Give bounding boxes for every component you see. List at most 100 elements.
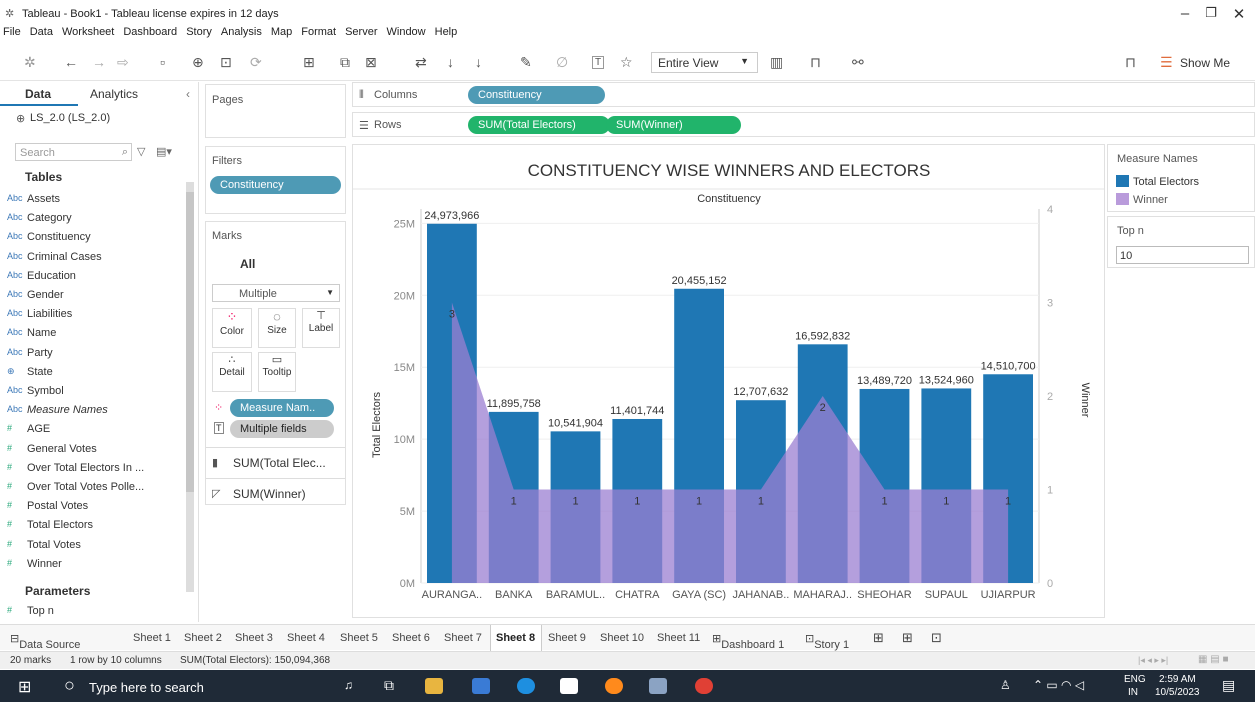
mark-type-select[interactable]: Multiple ▼ [212,284,340,302]
tab-data-source[interactable]: ⊟ Data Source [10,632,80,651]
tab-sheet-6[interactable]: Sheet 6 [392,632,430,644]
columns-pill-constituency[interactable]: Constituency [468,86,605,104]
field-item[interactable]: Abc Criminal Cases [7,251,102,263]
field-item[interactable]: Abc Liabilities [7,308,72,320]
menu-worksheet[interactable]: Worksheet [62,26,114,38]
microphone-icon[interactable]: ♫ [344,678,353,692]
file-explorer-icon[interactable] [425,678,443,694]
field-search-input[interactable]: Search ⌕ [15,143,132,161]
top-n-input[interactable]: 10 [1116,246,1249,264]
sort-desc-icon[interactable]: ↓ [475,54,482,70]
menu-format[interactable]: Format [301,26,336,38]
tab-sheet-9[interactable]: Sheet 9 [548,632,586,644]
tab-sheet-3[interactable]: Sheet 3 [235,632,273,644]
scrollbar-thumb[interactable] [186,192,194,492]
filter-pill-constituency[interactable]: Constituency [210,176,341,194]
swap-icon[interactable]: ⇄ [415,54,427,71]
field-item[interactable]: ⊕ State [7,366,53,378]
menu-server[interactable]: Server [345,26,377,38]
field-item[interactable]: Abc Education [7,270,76,282]
field-item[interactable]: # General Votes [7,443,97,455]
scrollbar-track[interactable] [186,182,194,592]
field-item[interactable]: # Over Total Votes Polle... [7,481,144,493]
windows-start-icon[interactable]: ⊞ [18,677,31,697]
new-datasource-icon[interactable]: ⊕ [192,54,204,71]
highlight-icon[interactable]: ✎ [520,54,532,71]
notification-icon[interactable]: ▤ [1222,677,1235,694]
tab-sheet-10[interactable]: Sheet 10 [600,632,644,644]
menu-data[interactable]: Data [30,26,53,38]
rows-pill-total-electors[interactable]: SUM(Total Electors) [468,116,610,134]
group-icon[interactable]: ∅ [556,54,568,71]
tableau-home-icon[interactable]: ✲ [24,54,36,71]
tab-dashboard-1[interactable]: ⊞ Dashboard 1 [712,632,784,651]
field-item[interactable]: Abc Symbol [7,385,64,397]
datasource-name[interactable]: LS_2.0 (LS_2.0) [30,112,110,124]
size-button[interactable]: ◌ Size [258,308,296,348]
new-dashboard-icon[interactable]: ⊞ [902,630,913,646]
label-icon[interactable]: T [592,56,605,69]
rows-shelf[interactable]: ☰ Rows SUM(Total Electors) SUM(Winner) [352,112,1255,137]
pause-icon[interactable]: ⊡ [220,54,232,71]
task-view-icon[interactable]: ⧉ [384,677,394,694]
save-icon[interactable]: ▫ [160,54,165,70]
grid-view-icon[interactable]: ▦ ▤ ■ [1198,654,1229,665]
cards-icon[interactable]: ▥ [770,54,783,71]
filter-icon[interactable]: ▽ [137,145,145,158]
field-item[interactable]: # Total Votes [7,539,81,551]
view-options-icon[interactable]: ▤▾ [156,145,172,158]
clear-sheet-icon[interactable]: ⊠ [365,54,377,71]
pin-icon[interactable]: ☆ [620,54,633,71]
refresh-icon[interactable]: ⟳ [250,54,262,71]
menu-window[interactable]: Window [387,26,426,38]
field-item[interactable]: Abc Name [7,327,56,339]
marks-all-label[interactable]: All [240,257,255,271]
sheet-nav-icons[interactable]: |◂ ◂ ▸ ▸| [1138,655,1168,666]
legend-item-total-electors[interactable]: Total Electors [1133,176,1199,188]
multiple-fields-pill[interactable]: Multiple fields [230,420,334,438]
people-icon[interactable]: ♙ [1000,678,1011,692]
show-me-button[interactable]: Show Me [1180,56,1230,70]
back-icon[interactable]: ← [64,54,78,70]
edge-icon[interactable] [517,678,535,694]
field-item[interactable]: Abc Category [7,212,72,224]
restore-button[interactable]: ❐ [1196,5,1226,21]
clock-time[interactable]: 2:59 AM [1159,674,1196,685]
columns-shelf[interactable]: ⦀ Columns Constituency [352,82,1255,107]
field-item[interactable]: # AGE [7,423,50,435]
chart-view[interactable]: CONSTITUENCY WISE WINNERS AND ELECTORS C… [352,144,1105,618]
forward-icon[interactable]: → [92,54,106,70]
tray-icons[interactable]: ⌃ ▭ ◠ ◁ [1033,678,1084,692]
store-icon[interactable] [472,678,490,694]
new-sheet-icon[interactable]: ⊞ [303,54,315,71]
tab-sheet-4[interactable]: Sheet 4 [287,632,325,644]
new-worksheet-icon[interactable]: ⊞ [873,630,884,646]
field-item[interactable]: # Postal Votes [7,500,88,512]
detail-button[interactable]: ∴ Detail [212,352,252,392]
tab-sheet-11[interactable]: Sheet 11 [657,632,700,644]
collapse-pane-icon[interactable]: ‹ [186,87,190,101]
tab-sheet-5[interactable]: Sheet 5 [340,632,378,644]
redo-icon[interactable]: ⇨ [117,54,129,71]
tab-data[interactable]: Data [25,87,51,101]
mail-icon[interactable] [560,678,578,694]
tab-analytics[interactable]: Analytics [90,87,138,101]
sort-asc-icon[interactable]: ↓ [447,54,454,70]
measure-card-winner[interactable]: ◸ SUM(Winner) [206,478,345,506]
menu-story[interactable]: Story [186,26,212,38]
field-item[interactable]: Abc Assets [7,193,60,205]
menu-help[interactable]: Help [435,26,458,38]
tab-story-1[interactable]: ⊡ Story 1 [805,632,849,651]
color-button[interactable]: ⁘ Color [212,308,252,348]
view-size-select[interactable]: Entire View ▼ [651,52,758,73]
field-item[interactable]: Abc Measure Names [7,404,108,416]
tab-sheet-8[interactable]: Sheet 8 [496,632,535,644]
presentation-icon[interactable]: ⊓ [810,54,821,71]
share-icon[interactable]: ⚯ [852,54,864,71]
menu-analysis[interactable]: Analysis [221,26,262,38]
close-button[interactable]: ✕ [1224,5,1254,23]
language-indicator[interactable]: ENG [1124,674,1146,685]
menu-dashboard[interactable]: Dashboard [123,26,177,38]
taskbar-search-input[interactable]: Type here to search [89,680,204,695]
menu-file[interactable]: File [3,26,21,38]
